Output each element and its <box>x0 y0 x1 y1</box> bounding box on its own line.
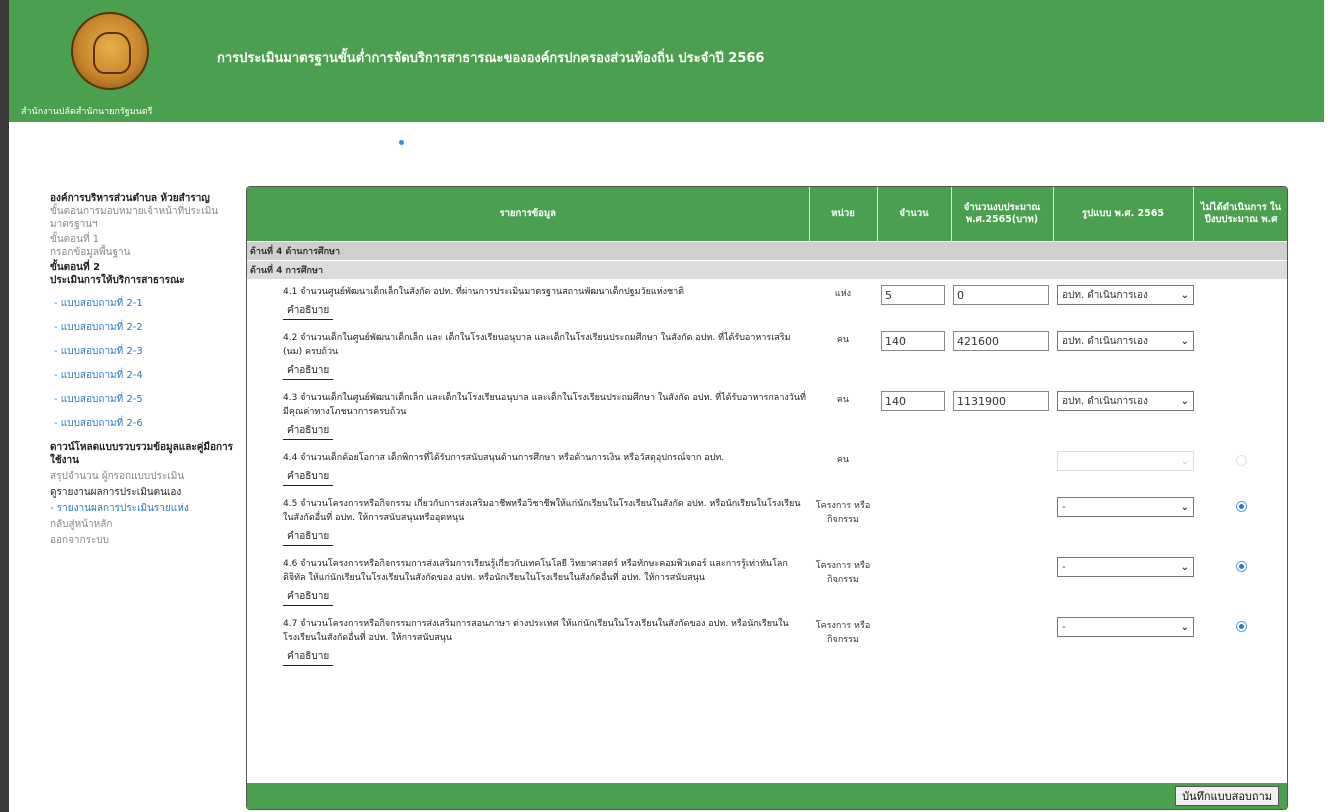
left-border <box>0 0 9 812</box>
sidebar-step2-desc: ประเมินการให้บริการสาธารณะ <box>50 275 185 286</box>
explain-button[interactable]: คำอธิบาย <box>283 589 334 606</box>
item-unit: แห่ง <box>834 289 852 299</box>
chevron-down-icon: ⌄ <box>1180 455 1189 467</box>
sidebar-org-title: องค์การบริหารส่วนตำบล ห้วยสำราญ <box>50 193 210 204</box>
budget-input[interactable] <box>953 391 1049 411</box>
explain-button[interactable]: คำอธิบาย <box>283 363 334 380</box>
sidebar-item-form-2-1[interactable]: - แบบสอบถามที่ 2-1 <box>54 297 240 310</box>
item-unit: คน <box>836 395 850 405</box>
format-select[interactable]: อปท. ดำเนินการเอง ⌄ <box>1057 331 1194 351</box>
format-select-value: อปท. ดำเนินการเอง <box>1062 289 1148 301</box>
item-description: 4.5 จำนวนโครงการหรือกิจกรรม เกี่ยวกับการ… <box>283 499 801 523</box>
item-description: 4.6 จำนวนโครงการหรือกิจกรรมการส่งเสริมกา… <box>283 559 788 583</box>
sidebar-self-report[interactable]: ดูรายงานผลการประเมินตนเอง <box>50 486 240 499</box>
table-row: 4.6 จำนวนโครงการหรือกิจกรรมการส่งเสริมกา… <box>247 551 1287 611</box>
format-select[interactable]: ⌄ <box>1057 451 1194 471</box>
item-description: 4.4 จำนวนเด็กด้อยโอกาส เด็กพิการที่ได้รั… <box>283 453 725 463</box>
questionnaire-table: รายการข้อมูล หน่วย จำนวน จำนวนงบประมาณ พ… <box>247 187 1287 671</box>
chevron-down-icon: ⌄ <box>1180 501 1189 513</box>
sidebar: องค์การบริหารส่วนตำบล ห้วยสำราญ ขั้นตอนก… <box>50 192 240 547</box>
format-select[interactable]: - ⌄ <box>1057 557 1194 577</box>
explain-button[interactable]: คำอธิบาย <box>283 529 334 546</box>
sidebar-item-form-2-2[interactable]: - แบบสอบถามที่ 2-2 <box>54 321 240 334</box>
sidebar-item-form-2-6[interactable]: - แบบสอบถามที่ 2-6 <box>54 417 240 430</box>
not-done-radio[interactable] <box>1235 455 1247 466</box>
format-select[interactable]: - ⌄ <box>1057 617 1194 637</box>
col-header-format: รูปแบบ พ.ศ. 2565 <box>1053 187 1194 241</box>
table-row: 4.7 จำนวนโครงการหรือกิจกรรมการส่งเสริมกา… <box>247 611 1287 671</box>
sidebar-step1: ขั้นตอนที่ 1 <box>50 234 100 245</box>
count-input[interactable] <box>881 285 945 305</box>
explain-button[interactable]: คำอธิบาย <box>283 649 334 666</box>
table-row: 4.3 จำนวนเด็กในศูนย์พัฒนาเด็กเล็ก และเด็… <box>247 385 1287 445</box>
page-header: การประเมินมาตรฐานขั้นต่ำการจัดบริการสาธา… <box>9 0 1324 122</box>
sidebar-item-form-2-3[interactable]: - แบบสอบถามที่ 2-3 <box>54 345 240 358</box>
item-unit: คน <box>836 455 850 465</box>
item-description: 4.1 จำนวนศูนย์พัฒนาเด็กเล็กในสังกัด อปท.… <box>283 287 685 297</box>
item-description: 4.7 จำนวนโครงการหรือกิจกรรมการส่งเสริมกา… <box>283 619 789 643</box>
section-header: ด้านที่ 4 ด้านการศึกษา <box>247 240 1287 260</box>
explain-button[interactable]: คำอธิบาย <box>283 469 334 486</box>
explain-button[interactable]: คำอธิบาย <box>283 423 334 440</box>
col-header-not-done: ไม่ได้ดำเนินการ ในปีงบประมาณ พ.ศ <box>1193 187 1287 241</box>
table-row: 4.1 จำนวนศูนย์พัฒนาเด็กเล็กในสังกัด อปท.… <box>247 279 1287 325</box>
budget-input[interactable] <box>953 285 1049 305</box>
item-description: 4.2 จำนวนเด็กในศูนย์พัฒนาเด็กเล็ก และ เด… <box>283 333 791 357</box>
budget-input[interactable] <box>953 331 1049 351</box>
format-select-value: - <box>1062 621 1066 633</box>
subsection-header: ด้านที่ 4 การศึกษา <box>247 259 1287 279</box>
format-select-value: - <box>1062 501 1066 513</box>
format-select-value: อปท. ดำเนินการเอง <box>1062 335 1148 347</box>
chevron-down-icon: ⌄ <box>1180 335 1189 347</box>
col-header-count: จำนวน <box>877 187 952 241</box>
sidebar-step1-desc[interactable]: กรอกข้อมูลพื้นฐาน <box>50 246 240 259</box>
format-select[interactable]: อปท. ดำเนินการเอง ⌄ <box>1057 285 1194 305</box>
sidebar-logout-link[interactable]: ออกจากระบบ <box>50 534 240 547</box>
item-unit: โครงการ หรือ กิจกรรม <box>815 501 871 525</box>
chevron-down-icon: ⌄ <box>1180 395 1189 407</box>
sidebar-report-link[interactable]: - รายงานผลการประเมินรายแห่ง <box>50 502 240 515</box>
count-input[interactable] <box>881 331 945 351</box>
sidebar-summary-link[interactable]: สรุปจำนวน ผู้กรอกแบบประเมิน <box>50 470 240 483</box>
chevron-down-icon: ⌄ <box>1180 289 1189 301</box>
item-unit: โครงการ หรือ กิจกรรม <box>815 621 871 645</box>
chevron-down-icon: ⌄ <box>1180 621 1189 633</box>
count-input[interactable] <box>881 391 945 411</box>
sidebar-item-form-2-5[interactable]: - แบบสอบถามที่ 2-5 <box>54 393 240 406</box>
sidebar-download-link[interactable]: ดาวน์โหลดแบบรวบรวมข้อมูลและคู่มือการใช้ง… <box>50 441 240 467</box>
not-done-radio[interactable] <box>1235 561 1247 572</box>
not-done-radio[interactable] <box>1235 621 1247 632</box>
not-done-radio[interactable] <box>1235 501 1247 512</box>
table-row: 4.2 จำนวนเด็กในศูนย์พัฒนาเด็กเล็ก และ เด… <box>247 325 1287 385</box>
item-description: 4.3 จำนวนเด็กในศูนย์พัฒนาเด็กเล็ก และเด็… <box>283 393 806 417</box>
agency-name: สำนักงานปลัดสำนักนายกรัฐมนตรี <box>21 107 153 117</box>
save-questionnaire-button[interactable]: บันทึกแบบสอบถาม <box>1175 786 1279 806</box>
decorative-dot <box>399 140 404 145</box>
format-select[interactable]: อปท. ดำเนินการเอง ⌄ <box>1057 391 1194 411</box>
sidebar-item-form-2-4[interactable]: - แบบสอบถามที่ 2-4 <box>54 369 240 382</box>
explain-button[interactable]: คำอธิบาย <box>283 303 334 320</box>
col-header-budget: จำนวนงบประมาณ พ.ศ.2565(บาท) <box>951 187 1054 241</box>
sidebar-step-assign[interactable]: ขั้นตอนการมอบหมายเจ้าหน้าที่ประเมินมาตรฐ… <box>50 205 240 231</box>
page-title: การประเมินมาตรฐานขั้นต่ำการจัดบริการสาธา… <box>217 51 765 66</box>
sidebar-home-link[interactable]: กลับสู่หน้าหลัก <box>50 518 240 531</box>
item-unit: คน <box>836 335 850 345</box>
table-row: 4.4 จำนวนเด็กด้อยโอกาส เด็กพิการที่ได้รั… <box>247 445 1287 491</box>
sidebar-step2: ขั้นตอนที่ 2 <box>50 262 101 273</box>
col-header-unit: หน่วย <box>809 187 878 241</box>
table-footer: บันทึกแบบสอบถาม <box>247 783 1287 809</box>
format-select[interactable]: - ⌄ <box>1057 497 1194 517</box>
table-row: 4.5 จำนวนโครงการหรือกิจกรรม เกี่ยวกับการ… <box>247 491 1287 551</box>
chevron-down-icon: ⌄ <box>1180 561 1189 573</box>
item-unit: โครงการ หรือ กิจกรรม <box>815 561 871 585</box>
col-header-item: รายการข้อมูล <box>247 187 810 241</box>
sidebar-form-links: - แบบสอบถามที่ 2-1 - แบบสอบถามที่ 2-2 - … <box>50 297 240 430</box>
format-select-value: อปท. ดำเนินการเอง <box>1062 395 1148 407</box>
format-select-value: - <box>1062 561 1066 573</box>
questionnaire-panel: รายการข้อมูล หน่วย จำนวน จำนวนงบประมาณ พ… <box>246 186 1288 810</box>
government-seal-icon <box>71 12 149 90</box>
